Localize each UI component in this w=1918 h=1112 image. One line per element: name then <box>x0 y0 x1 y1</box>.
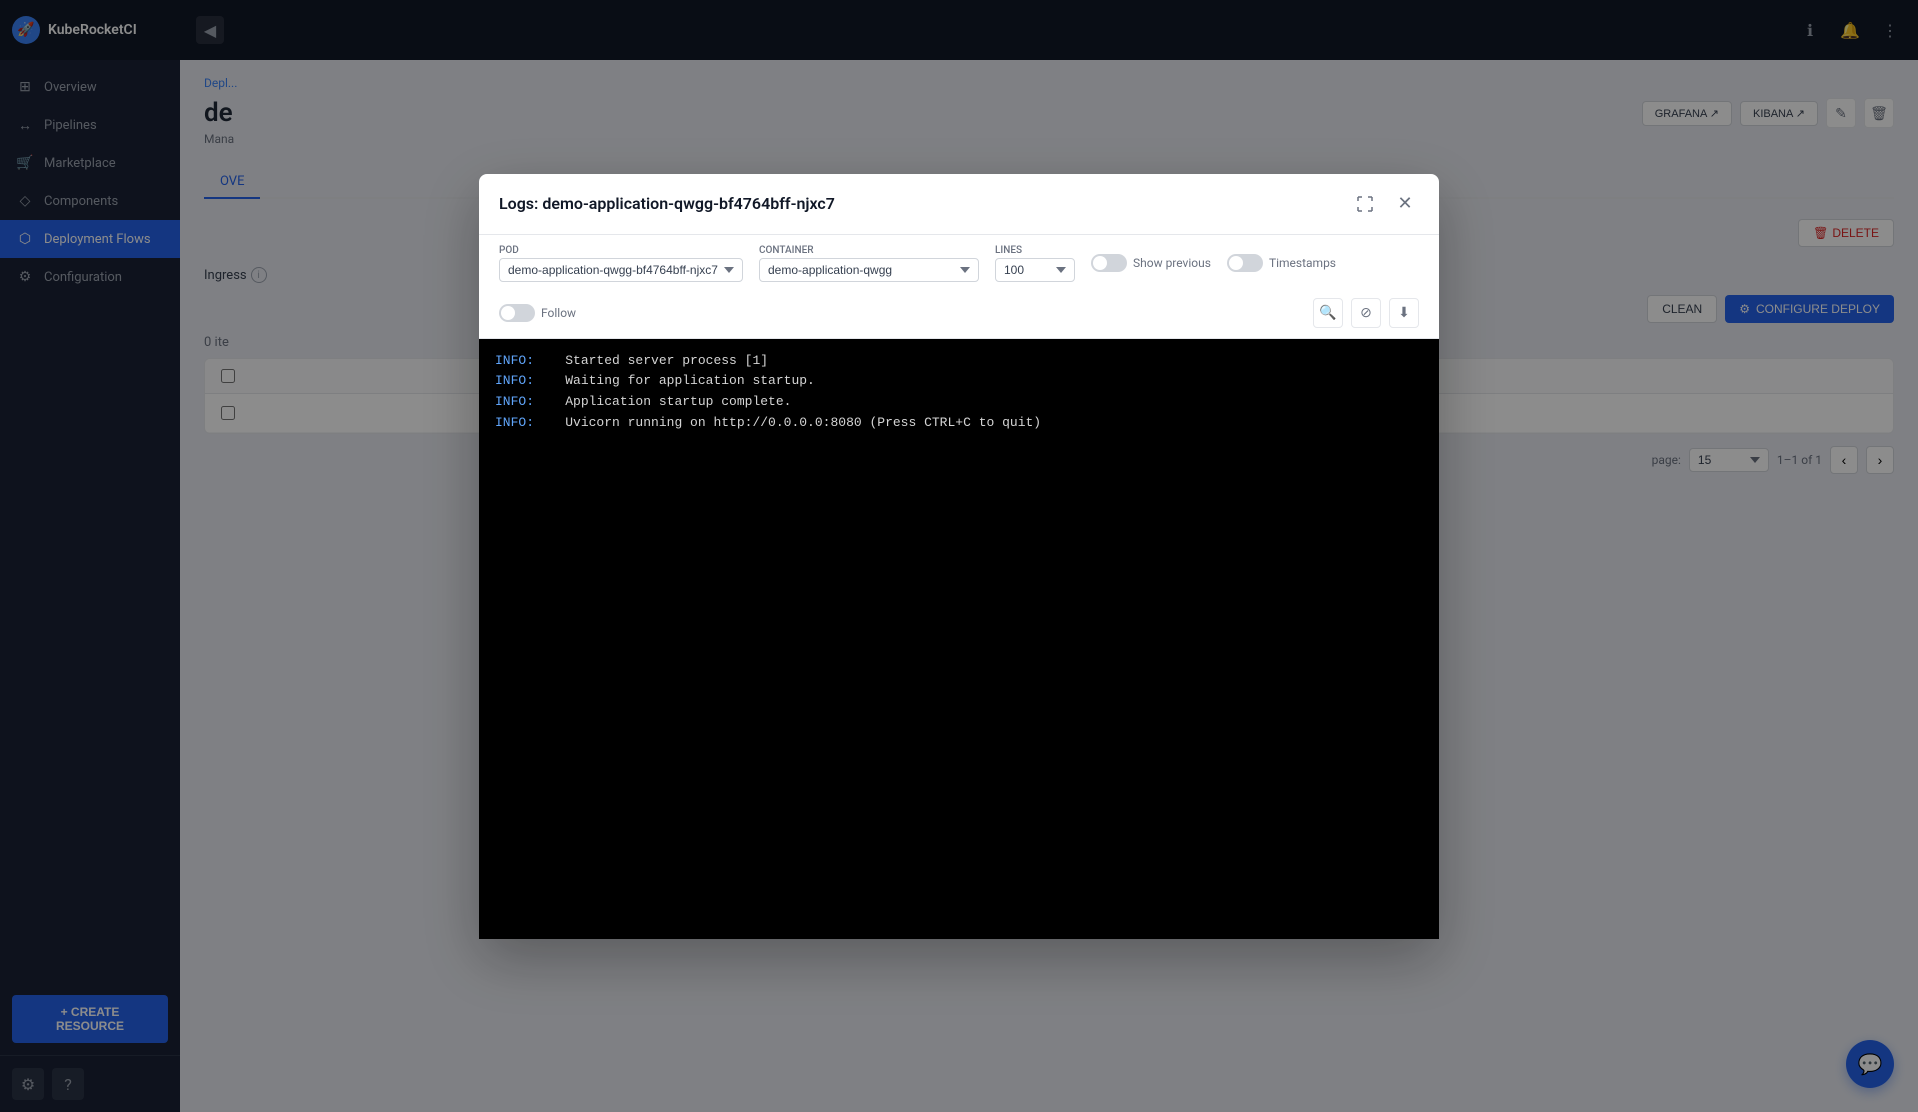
modal-title: Logs: demo-application-qwgg-bf4764bff-nj… <box>499 194 835 213</box>
logs-modal: Logs: demo-application-qwgg-bf4764bff-nj… <box>479 174 1439 939</box>
modal-overlay[interactable]: Logs: demo-application-qwgg-bf4764bff-nj… <box>0 0 1918 1112</box>
container-field-label: Container <box>759 245 979 256</box>
container-field-group: Container demo-application-qwgg <box>759 245 979 282</box>
pod-field-group: Pod demo-application-qwgg-bf4764bff-njxc… <box>499 245 743 282</box>
show-previous-label: Show previous <box>1133 256 1211 270</box>
pod-field-label: Pod <box>499 245 743 256</box>
log-line-4: INFO: Uvicorn running on http://0.0.0.0:… <box>495 413 1423 434</box>
log-line-2: INFO: Waiting for application startup. <box>495 371 1423 392</box>
search-logs-button[interactable]: 🔍 <box>1313 298 1343 328</box>
pod-select[interactable]: demo-application-qwgg-bf4764bff-njxc7 <box>499 258 743 282</box>
modal-toolbar-right: 🔍 ⊘ ⬇ <box>1313 298 1419 328</box>
lines-select[interactable]: 100 200 500 <box>995 258 1075 282</box>
download-logs-button[interactable]: ⬇ <box>1389 298 1419 328</box>
timestamps-toggle[interactable] <box>1227 254 1263 272</box>
modal-header-actions: ✕ <box>1351 190 1419 218</box>
timestamps-label: Timestamps <box>1269 256 1336 270</box>
modal-toolbar: Pod demo-application-qwgg-bf4764bff-njxc… <box>479 235 1439 339</box>
lines-field-label: Lines <box>995 245 1075 256</box>
show-previous-toggle[interactable] <box>1091 254 1127 272</box>
filter-icon: ⊘ <box>1360 304 1372 321</box>
follow-toggle-group: Follow <box>499 304 576 322</box>
filter-logs-button[interactable]: ⊘ <box>1351 298 1381 328</box>
search-icon: 🔍 <box>1319 304 1336 321</box>
fullscreen-button[interactable] <box>1351 190 1379 218</box>
download-icon: ⬇ <box>1398 304 1410 321</box>
timestamps-toggle-group: Timestamps <box>1227 254 1336 272</box>
log-line-3: INFO: Application startup complete. <box>495 392 1423 413</box>
log-line-1: INFO: Started server process [1] <box>495 351 1423 372</box>
follow-label: Follow <box>541 306 576 320</box>
show-previous-toggle-group: Show previous <box>1091 254 1211 272</box>
log-output: INFO: Started server process [1] INFO: W… <box>479 339 1439 939</box>
close-modal-button[interactable]: ✕ <box>1391 190 1419 218</box>
lines-field-group: Lines 100 200 500 <box>995 245 1075 282</box>
follow-toggle[interactable] <box>499 304 535 322</box>
modal-header: Logs: demo-application-qwgg-bf4764bff-nj… <box>479 174 1439 235</box>
container-select[interactable]: demo-application-qwgg <box>759 258 979 282</box>
